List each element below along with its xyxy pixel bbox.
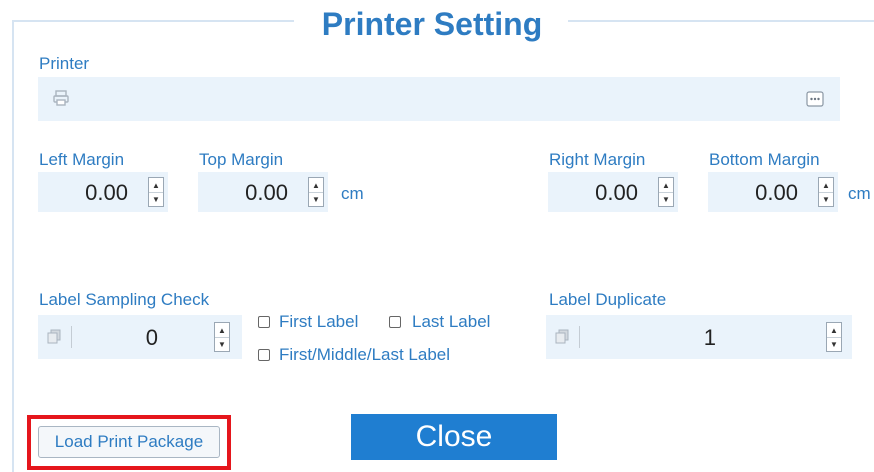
close-button[interactable]: Close xyxy=(351,414,557,460)
spin-down-icon[interactable]: ▼ xyxy=(819,192,833,206)
top-margin-label: Top Margin xyxy=(199,150,284,169)
right-margin-label: Right Margin xyxy=(549,150,646,169)
spin-up-icon[interactable]: ▲ xyxy=(149,178,163,193)
label-duplicate-value: 1 xyxy=(703,325,716,350)
spin-up-icon[interactable]: ▲ xyxy=(819,178,833,193)
margin-unit-left: cm xyxy=(341,184,364,203)
printer-field[interactable] xyxy=(38,77,840,121)
label-duplicate-stepper[interactable]: ▲ ▼ xyxy=(826,322,842,352)
separator xyxy=(579,326,580,348)
bottom-margin-label: Bottom Margin xyxy=(709,150,820,169)
right-margin-stepper[interactable]: ▲ ▼ xyxy=(658,177,674,207)
last-label-text[interactable]: Last Label xyxy=(412,312,490,332)
spin-up-icon[interactable]: ▲ xyxy=(659,178,673,193)
label-sampling-stepper[interactable]: ▲ ▼ xyxy=(214,322,230,352)
spin-down-icon[interactable]: ▼ xyxy=(149,192,163,206)
frame-top-left-line xyxy=(12,20,294,22)
spin-down-icon[interactable]: ▼ xyxy=(827,337,841,351)
label-duplicate-label: Label Duplicate xyxy=(549,290,667,309)
right-margin-input[interactable]: 0.00 ▲ ▼ xyxy=(548,172,678,212)
dialog-title: Printer Setting xyxy=(300,6,564,43)
top-margin-stepper[interactable]: ▲ ▼ xyxy=(308,177,324,207)
left-margin-label: Left Margin xyxy=(39,150,125,169)
label-sampling-value: 0 xyxy=(145,325,158,350)
spin-down-icon[interactable]: ▼ xyxy=(659,192,673,206)
label-sampling-input[interactable]: 0 ▲ ▼ xyxy=(38,315,242,359)
spin-down-icon[interactable]: ▼ xyxy=(309,192,323,206)
printer-icon xyxy=(52,89,70,112)
label-duplicate-input[interactable]: 1 ▲ ▼ xyxy=(546,315,852,359)
first-middle-last-label-checkbox[interactable] xyxy=(258,349,270,361)
copy-icon xyxy=(46,329,62,350)
printer-label: Printer xyxy=(39,54,90,73)
copy-icon xyxy=(554,329,570,350)
spin-down-icon[interactable]: ▼ xyxy=(215,337,229,351)
frame-top-right-line xyxy=(568,20,874,22)
left-margin-stepper[interactable]: ▲ ▼ xyxy=(148,177,164,207)
ellipsis-icon[interactable] xyxy=(806,91,824,112)
bottom-margin-input[interactable]: 0.00 ▲ ▼ xyxy=(708,172,838,212)
bottom-margin-value: 0.00 xyxy=(755,180,798,205)
spin-up-icon[interactable]: ▲ xyxy=(215,323,229,338)
left-margin-input[interactable]: 0.00 ▲ ▼ xyxy=(38,172,168,212)
spin-up-icon[interactable]: ▲ xyxy=(827,323,841,338)
separator xyxy=(71,326,72,348)
first-label-checkbox[interactable] xyxy=(258,316,270,328)
top-margin-input[interactable]: 0.00 ▲ ▼ xyxy=(198,172,328,212)
load-print-package-button[interactable]: Load Print Package xyxy=(38,426,220,458)
bottom-margin-stepper[interactable]: ▲ ▼ xyxy=(818,177,834,207)
left-margin-value: 0.00 xyxy=(85,180,128,205)
first-middle-last-label-text[interactable]: First/Middle/Last Label xyxy=(279,345,450,365)
margin-unit-right: cm xyxy=(848,184,871,203)
right-margin-value: 0.00 xyxy=(595,180,638,205)
spin-up-icon[interactable]: ▲ xyxy=(309,178,323,193)
last-label-checkbox[interactable] xyxy=(389,316,401,328)
first-label-text[interactable]: First Label xyxy=(279,312,358,332)
top-margin-value: 0.00 xyxy=(245,180,288,205)
frame-left-line xyxy=(12,20,14,472)
label-sampling-check-label: Label Sampling Check xyxy=(39,290,210,309)
